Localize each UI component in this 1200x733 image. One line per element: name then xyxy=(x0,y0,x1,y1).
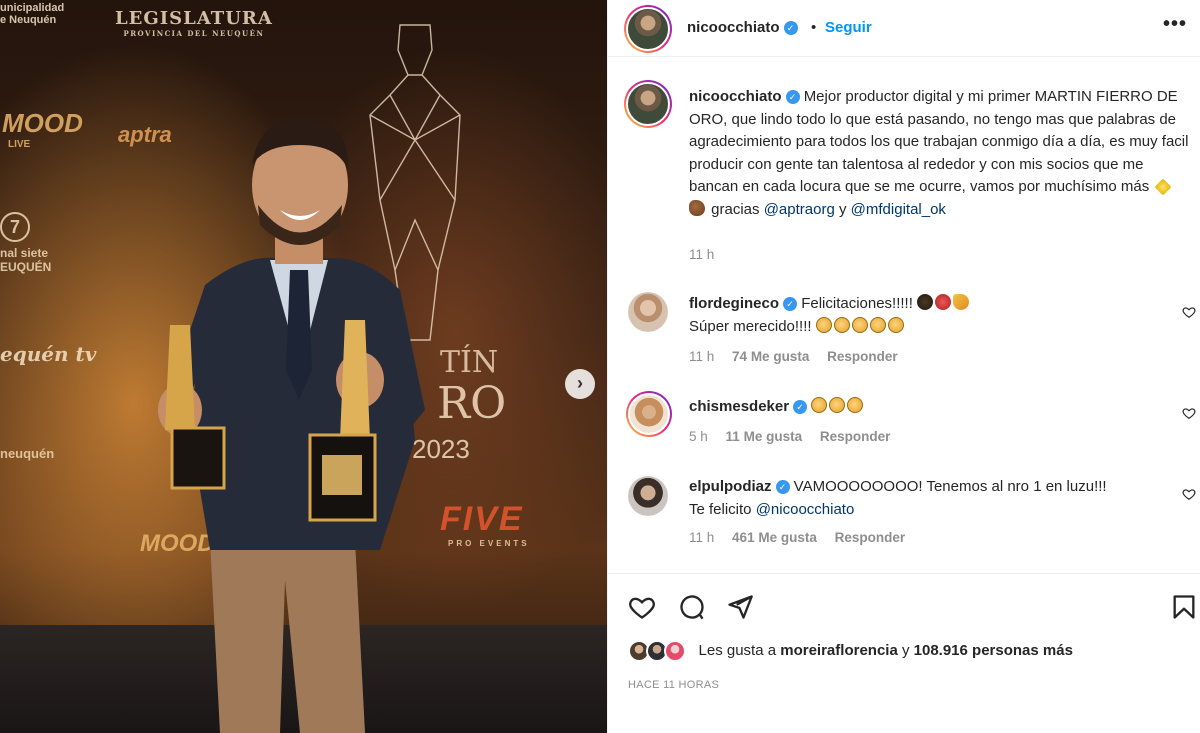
comment-elpulpodiaz: elpulpodiaz ✓ VAMOOOOOOOO! Tenemos al nro… xyxy=(689,476,1169,521)
comment-username[interactable]: elpulpodiaz xyxy=(689,478,772,495)
comment-flordegineco: flordegineco ✓ Felicitaciones!!!!! Súper … xyxy=(689,293,1169,338)
next-photo-button[interactable]: › xyxy=(565,369,595,399)
caption-author-avatar[interactable] xyxy=(624,80,672,128)
party-popper-emoji-icon xyxy=(953,294,970,310)
clap-emoji-icon xyxy=(869,316,886,333)
martin-fierro-text-1: TÍN xyxy=(440,345,499,380)
author-username[interactable]: nicoocchiato ✓ xyxy=(687,19,798,36)
caption-time[interactable]: 11 h xyxy=(689,247,714,262)
sponsor-legislatura-name: LEGISLATURA xyxy=(115,8,273,29)
verified-badge-icon: ✓ xyxy=(793,400,808,414)
author-avatar[interactable] xyxy=(624,5,672,53)
commenter-avatar[interactable] xyxy=(628,292,668,332)
comment-time[interactable]: 11 h xyxy=(689,530,714,545)
mention-aptraorg[interactable]: @aptraorg xyxy=(764,201,835,218)
post-timestamp[interactable]: HACE 11 HORAS xyxy=(628,679,719,691)
like-comment-heart-icon[interactable] xyxy=(1182,305,1196,319)
sponsor-municipalidad: unicipalidad e Neuquén xyxy=(0,2,65,26)
comment-username[interactable]: flordegineco xyxy=(689,295,779,312)
post-sidebar: nicoocchiato ✓ • Seguir ••• nicoocchiato ✓… xyxy=(607,0,1200,733)
caption-connector: y xyxy=(838,200,847,218)
clap-emoji-icon xyxy=(851,316,868,333)
caption-gracias: gracias xyxy=(711,200,760,218)
reply-button[interactable]: Responder xyxy=(820,429,891,444)
sponsor-five-logo: FIVE PRO EVENTS xyxy=(440,500,530,548)
sponsor-neuquen-tv: equén tv xyxy=(0,342,97,366)
sponsor-legislatura-sub: PROVINCIA DEL NEUQUÉN xyxy=(123,29,265,38)
reply-button[interactable]: Responder xyxy=(827,349,898,364)
likes-prefix: Les gusta a xyxy=(698,641,777,659)
muscle-emoji-icon xyxy=(689,199,705,216)
verified-badge-icon: ✓ xyxy=(785,90,800,104)
sponsor-neuquen-capital: neuquén xyxy=(0,446,55,461)
comment-meta: 11 h 74 Me gusta Responder xyxy=(689,349,912,364)
verified-badge-icon: ✓ xyxy=(783,21,798,35)
sparkle-emoji-icon xyxy=(1154,178,1172,196)
comment-likes-count[interactable]: 461 Me gusta xyxy=(732,530,817,545)
face-emoji-icon xyxy=(917,294,934,310)
comment-text-line2: Te felicito xyxy=(689,500,752,518)
verified-badge-icon: ✓ xyxy=(783,297,798,311)
author-username-text[interactable]: nicoocchiato xyxy=(687,19,780,36)
reply-button[interactable]: Responder xyxy=(835,530,906,545)
clap-emoji-icon xyxy=(833,316,850,333)
comment-username[interactable]: chismesdeker xyxy=(689,398,789,415)
likes-summary: Les gusta a moreiraflorencia y 108.916 p… xyxy=(628,640,1073,662)
mention-nicoocchiato[interactable]: @nicoocchiato xyxy=(756,501,855,518)
commenter-avatar[interactable] xyxy=(628,476,668,516)
like-comment-heart-icon[interactable] xyxy=(1182,406,1196,420)
comment-text: VAMOOOOOOOO! Tenemos al nro 1 en luzu!!! xyxy=(793,478,1107,495)
verified-badge-icon: ✓ xyxy=(775,480,790,494)
martin-fierro-text-2: RO xyxy=(437,378,507,429)
clap-emoji-icon xyxy=(815,316,832,333)
sponsor-mood-sub: LIVE xyxy=(8,139,31,150)
post-caption: nicoocchiato ✓ Mejor productor digital y … xyxy=(689,86,1189,221)
likes-user-link[interactable]: moreiraflorencia xyxy=(780,642,898,659)
sponsor-canal-siete: 7 nal siete EUQUÉN xyxy=(0,212,51,274)
like-comment-heart-icon[interactable] xyxy=(1182,487,1196,501)
comment-chismesdeker: chismesdeker ✓ xyxy=(689,396,1169,419)
canal-siete-name: nal siete EUQUÉN xyxy=(0,246,52,274)
balloon-emoji-icon xyxy=(935,294,952,310)
clap-emoji-icon xyxy=(847,397,864,413)
comment-time[interactable]: 11 h xyxy=(689,349,714,364)
canal-seven-badge: 7 xyxy=(0,212,30,242)
mention-mfdigital[interactable]: @mfdigital_ok xyxy=(851,201,946,218)
commenter-avatar[interactable] xyxy=(626,391,672,437)
liker-avatar xyxy=(664,640,687,662)
post-photo[interactable]: unicipalidad e Neuquén LEGISLATURA PROVI… xyxy=(0,0,607,733)
comment-meta: 5 h 11 Me gusta Responder xyxy=(689,429,904,444)
more-options-icon[interactable]: ••• xyxy=(1163,13,1187,36)
likes-count-link[interactable]: 108.916 personas más xyxy=(914,642,1073,659)
comment-meta: 11 h 461 Me gusta Responder xyxy=(689,530,919,545)
sponsor-legislatura: LEGISLATURA PROVINCIA DEL NEUQUÉN xyxy=(115,8,273,38)
chevron-right-icon: › xyxy=(577,373,583,393)
likes-connector: y xyxy=(901,641,910,659)
comment-time[interactable]: 5 h xyxy=(689,429,708,444)
clap-emoji-icon xyxy=(811,397,828,413)
sponsor-mood-logo: MOOD LIVE xyxy=(2,108,83,150)
post-header: nicoocchiato ✓ • Seguir ••• xyxy=(608,0,1200,57)
bookmark-icon[interactable] xyxy=(1170,593,1198,621)
heart-icon[interactable] xyxy=(628,593,656,621)
person-holding-awards xyxy=(158,119,425,733)
follow-button[interactable]: Seguir xyxy=(825,19,872,36)
comment-text: Felicitaciones!!!!! xyxy=(801,295,913,312)
comment-likes-count[interactable]: 11 Me gusta xyxy=(726,429,803,444)
clap-emoji-icon xyxy=(829,397,846,413)
sponsor-five-sub: PRO EVENTS xyxy=(448,539,530,548)
comment-likes-count[interactable]: 74 Me gusta xyxy=(732,349,809,364)
comment-icon[interactable] xyxy=(678,593,706,621)
caption-meta: 11 h xyxy=(689,247,728,262)
sponsor-five-name: FIVE xyxy=(440,500,524,538)
clap-emoji-icon xyxy=(887,316,904,333)
sponsor-mood-name: MOOD xyxy=(2,108,83,138)
comment-text-line2: Súper merecido!!!! xyxy=(689,317,812,335)
send-icon[interactable] xyxy=(726,593,754,621)
caption-username[interactable]: nicoocchiato xyxy=(689,88,782,105)
separator-dot: • xyxy=(811,19,817,36)
